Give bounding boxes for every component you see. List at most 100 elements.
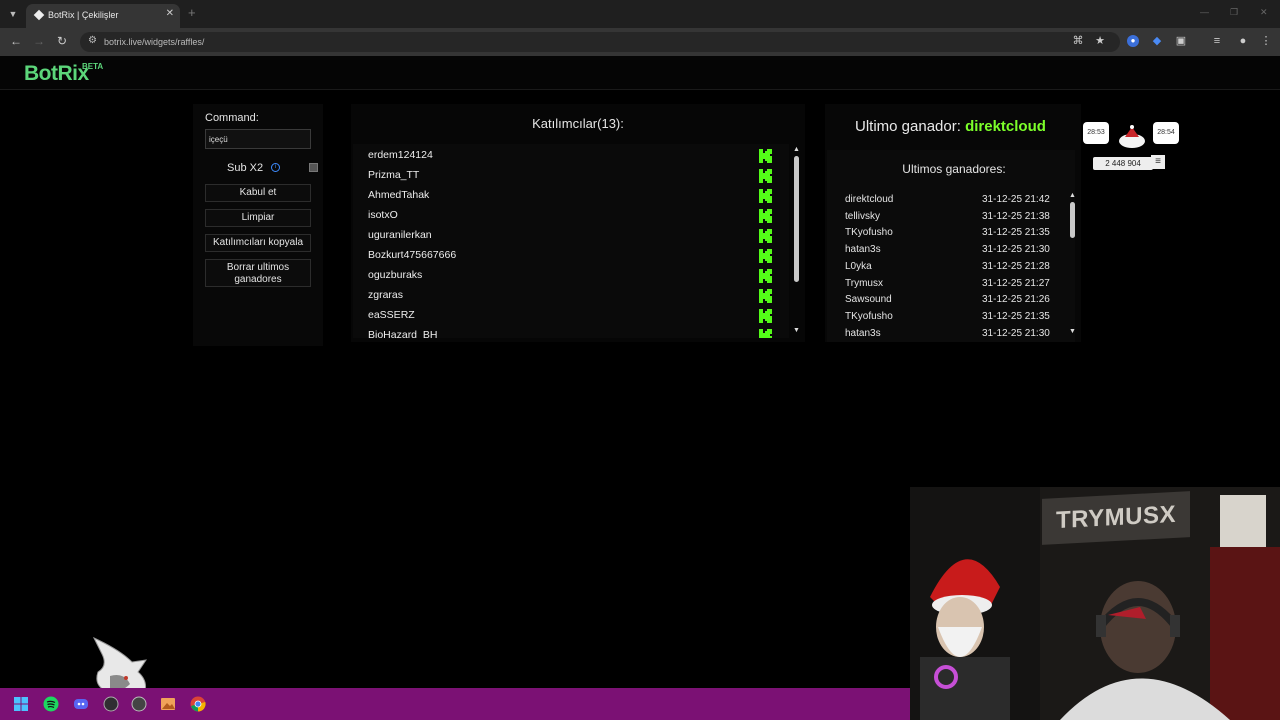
winner-name: tellivsky: [845, 210, 881, 222]
kick-icon: [759, 289, 772, 303]
kick-icon: [759, 229, 772, 243]
command-label: Command:: [205, 112, 259, 124]
photos-icon[interactable]: [160, 696, 176, 712]
participant-name: BioHazard_BH: [368, 329, 438, 338]
minimize-icon[interactable]: —: [1200, 7, 1209, 17]
winner-date: 31-12-25 21:42: [982, 194, 1050, 205]
cat-mascot-icon: [1119, 125, 1145, 148]
tab-title: BotRix | Çekilişler: [48, 10, 119, 20]
recent-winners-title: Ultimos ganadores:: [902, 162, 1006, 176]
winner-date: 31-12-25 21:35: [982, 227, 1050, 239]
address-bar[interactable]: ⚙ botrix.live/widgets/raffles/: [80, 32, 1120, 52]
botrix-logo[interactable]: BotRix: [24, 62, 89, 86]
bookmark-star-icon[interactable]: ★: [1094, 35, 1106, 47]
winner-name: TKyofusho: [845, 310, 893, 322]
translate-icon[interactable]: ⌘: [1072, 35, 1084, 47]
extensions-puzzle-icon[interactable]: ▣: [1175, 35, 1187, 47]
winners-panel: Ultimo ganador: direktcloud Ultimos gana…: [825, 104, 1081, 342]
winner-date: 31-12-25 21:35: [982, 310, 1050, 322]
command-input[interactable]: [205, 129, 311, 149]
maximize-icon[interactable]: ❐: [1230, 7, 1238, 18]
participants-panel: Katılımcılar(13): erdem124124 Prizma_TT Ah…: [351, 104, 805, 342]
participant-name: AhmedTahak: [368, 189, 430, 201]
winner-name: hatan3s: [845, 244, 881, 256]
winner-date: 31-12-25 21:38: [982, 210, 1050, 222]
profile-avatar-icon[interactable]: ●: [1237, 35, 1249, 47]
winner-date: 31-12-25 21:27: [982, 277, 1050, 289]
kick-icon: [759, 209, 772, 223]
participant-name: eaSSERZ: [368, 309, 415, 321]
winner-date: 31-12-25 21:28: [982, 260, 1050, 272]
webcam-feed: TRYMUSX: [910, 487, 1280, 720]
tab-search-icon[interactable]: ▼: [5, 6, 21, 22]
participant-name: zgraras: [368, 289, 404, 301]
webcam-sign-text: TRYMUSX: [1056, 500, 1176, 535]
reload-icon[interactable]: ↻: [57, 34, 67, 48]
kick-icon: [759, 249, 772, 263]
scroll-up-icon[interactable]: ▲: [793, 146, 800, 153]
participant-name: oguzburaks: [368, 269, 423, 281]
kick-icon: [759, 149, 772, 163]
chrome-icon[interactable]: [190, 696, 206, 712]
url-text[interactable]: botrix.live/widgets/raffles/: [104, 37, 204, 47]
clear-winners-button[interactable]: Borrar ultimos ganadores: [205, 259, 311, 287]
winners-scroll-up-icon[interactable]: ▲: [1069, 192, 1076, 199]
subx2-label: Sub X2: [227, 162, 264, 174]
close-window-icon[interactable]: ✕: [1260, 7, 1268, 18]
winner-date: 31-12-25 21:26: [982, 294, 1050, 306]
winner-date: 31-12-25 21:30: [982, 327, 1050, 339]
extension-icon[interactable]: ●: [1127, 35, 1139, 47]
last-winner-name: direktcloud: [965, 118, 1046, 135]
windows-start-icon[interactable]: [13, 696, 29, 712]
participant-name: Prizma_TT: [368, 169, 420, 181]
copy-participants-button[interactable]: Katılımcıları kopyala: [205, 234, 311, 252]
extension-shield-icon[interactable]: ◆: [1151, 35, 1163, 47]
obs-icon[interactable]: [103, 696, 119, 712]
winner-date: 31-12-25 21:30: [982, 244, 1050, 256]
site-header: BotRix BETA: [0, 56, 1280, 90]
app-icon[interactable]: [131, 696, 147, 712]
participants-list: erdem124124 Prizma_TT AhmedTahak isotxO ugur…: [353, 144, 789, 338]
last-winner-label: Ultimo ganador:: [855, 118, 961, 135]
participant-name: uguranilerkan: [368, 229, 432, 241]
winner-name: Trymusx: [845, 277, 883, 289]
winners-scrollbar-thumb[interactable]: [1070, 202, 1075, 238]
reading-list-icon[interactable]: ≡: [1211, 35, 1223, 47]
kick-icon: [759, 309, 772, 323]
taskbar: [0, 688, 910, 720]
winner-name: direktcloud: [845, 194, 894, 205]
kick-icon: [759, 329, 772, 338]
browser-toolbar: ← → ↻ ⚙ botrix.live/widgets/raffles/ ⌘ ★…: [0, 28, 1280, 56]
discord-icon[interactable]: [73, 696, 89, 712]
kick-icon: [759, 269, 772, 283]
subx2-checkbox[interactable]: [309, 163, 318, 172]
winner-name: TKyofusho: [845, 227, 893, 239]
winners-scroll-down-icon[interactable]: ▼: [1069, 328, 1076, 335]
browser-tab[interactable]: BotRix | Çekilişler ✕: [26, 4, 180, 28]
browser-menu-icon[interactable]: ⋮: [1260, 35, 1272, 47]
info-icon[interactable]: i: [271, 163, 280, 172]
browser-tab-bar: ▼ BotRix | Çekilişler ✕ + — ❐ ✕: [0, 0, 1280, 28]
timer-left: 28:53: [1083, 122, 1109, 144]
scroll-down-icon[interactable]: ▼: [793, 327, 800, 334]
back-icon[interactable]: ←: [10, 34, 22, 48]
participants-scrollbar-thumb[interactable]: [794, 156, 799, 282]
site-info-icon[interactable]: ⚙: [88, 35, 97, 46]
winner-name: L0yka: [845, 260, 872, 272]
spotify-icon[interactable]: [43, 696, 59, 712]
webcam-wall-sign: TRYMUSX: [1042, 491, 1190, 545]
participant-name: Bozkurt475667666: [368, 249, 457, 261]
tab-close-icon[interactable]: ✕: [166, 8, 174, 19]
clear-button[interactable]: Limpiar: [205, 209, 311, 227]
kick-icon: [759, 189, 772, 203]
recent-winners-box: Ultimos ganadores: direktcloud 31-12-25 2…: [827, 150, 1076, 342]
kick-icon: [759, 169, 772, 183]
accept-button[interactable]: Kabul et: [205, 184, 311, 202]
list-menu-icon: ≡: [1151, 155, 1165, 169]
winner-name: Sawsound: [845, 294, 892, 306]
winner-name: hatan3s: [845, 327, 881, 339]
new-tab-icon[interactable]: +: [188, 5, 196, 20]
forward-icon[interactable]: →: [33, 34, 45, 48]
timer-right: 28:54: [1153, 122, 1179, 144]
participant-name: erdem124124: [368, 149, 433, 161]
